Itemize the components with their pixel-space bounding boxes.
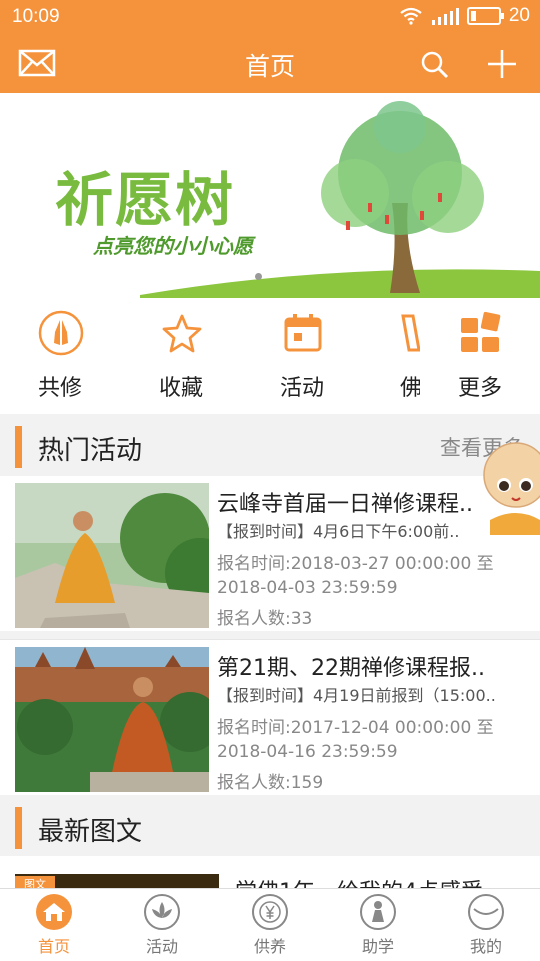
carousel-indicator: [255, 273, 262, 280]
tab-home[interactable]: 首页: [0, 889, 108, 961]
banner-subtitle: 点亮您的小小心愿: [93, 234, 253, 258]
tab-label: 活动: [145, 937, 178, 956]
prayer-hands-icon: [38, 310, 84, 356]
activity-count: 报名人数:159: [217, 773, 324, 793]
person-icon: [360, 894, 396, 930]
status-icons: 20: [399, 5, 530, 27]
activity-count: 报名人数:33: [217, 609, 313, 629]
tab-label: 首页: [37, 937, 70, 956]
tab-label: 供养: [253, 937, 286, 956]
quick-item-label: 更多: [457, 376, 502, 401]
search-icon[interactable]: [420, 50, 450, 80]
quick-item-activities[interactable]: 活动: [257, 298, 347, 414]
quick-menu: 共修 收藏 活动 佛 更多: [0, 298, 540, 414]
hot-activities-header: 热门活动 查看更多: [0, 416, 540, 476]
activity-title: 云峰寺首届一日禅修课程..: [217, 492, 473, 517]
quick-item-label: 活动: [279, 376, 324, 401]
quick-item-gongxiu[interactable]: 共修: [15, 298, 105, 414]
page-title: 首页: [244, 52, 295, 81]
tab-offering[interactable]: 供养: [216, 889, 324, 961]
grid-icon: [461, 311, 501, 352]
profile-icon: [468, 894, 504, 930]
latest-graphics-header: 最新图文: [0, 797, 540, 857]
quick-item-favorites[interactable]: 收藏: [136, 298, 226, 414]
signal-icon: [431, 8, 459, 25]
activity-thumbnail: [15, 483, 209, 628]
quick-item-label: 共修: [37, 376, 82, 401]
calendar-icon: [284, 314, 322, 352]
activity-title: 第21期、22期禅修课程报..: [217, 656, 485, 681]
battery-percent: 20: [508, 5, 530, 26]
tab-education[interactable]: 助学: [324, 889, 432, 961]
battery-icon: [466, 7, 504, 25]
status-time: 10:09: [12, 6, 60, 27]
article-tag: 图文: [15, 876, 55, 888]
tab-activities[interactable]: 活动: [108, 889, 216, 961]
banner-carousel[interactable]: 祈愿树 点亮您的小小心愿: [0, 93, 540, 298]
tab-label: 助学: [361, 937, 394, 956]
book-icon: [401, 314, 420, 352]
section-accent-bar: [15, 807, 22, 849]
activity-checkin: 【报到时间】4月19日前报到（15:00..: [217, 686, 496, 705]
quick-item-label: 佛: [400, 376, 420, 401]
tab-mine[interactable]: 我的: [432, 889, 540, 961]
quick-item-buddhism[interactable]: 佛: [365, 298, 420, 414]
tab-label: 我的: [469, 937, 502, 956]
wifi-icon: [400, 7, 422, 25]
section-title: 热门活动: [38, 436, 143, 466]
section-accent-bar: [15, 426, 22, 468]
banner-title: 祈愿树: [55, 166, 236, 234]
app-header: 首页: [0, 34, 540, 93]
monk-mascot[interactable]: [476, 440, 540, 535]
activity-period: 报名时间:2017-12-04 00:00:00 至 2018-04-16 23…: [217, 718, 494, 762]
article-title: 学佛1年，给我的4点感受: [235, 874, 483, 888]
yen-coin-icon: [252, 894, 288, 930]
activity-card[interactable]: 第21期、22期禅修课程报.. 【报到时间】4月19日前报到（15:00.. 报…: [0, 640, 540, 795]
quick-item-label: 收藏: [158, 376, 203, 401]
star-icon: [162, 314, 202, 353]
activity-checkin: 【报到时间】4月6日下午6:00前..: [217, 522, 460, 541]
lotus-icon: [144, 894, 180, 930]
status-bar: 10:09 20: [0, 0, 540, 34]
activity-card[interactable]: 云峰寺首届一日禅修课程.. 【报到时间】4月6日下午6:00前.. 报名时间:2…: [0, 476, 540, 631]
quick-item-more[interactable]: 更多: [435, 298, 525, 414]
plus-icon[interactable]: [486, 48, 518, 80]
home-icon: [36, 894, 72, 930]
section-title: 最新图文: [38, 817, 143, 847]
article-item[interactable]: 图文 学佛1年，给我的4点感受: [0, 856, 540, 888]
activity-period: 报名时间:2018-03-27 00:00:00 至 2018-04-03 23…: [217, 554, 494, 598]
activity-thumbnail: [15, 647, 209, 792]
bottom-tab-bar: 首页 活动 供养 助学 我的: [0, 888, 540, 961]
